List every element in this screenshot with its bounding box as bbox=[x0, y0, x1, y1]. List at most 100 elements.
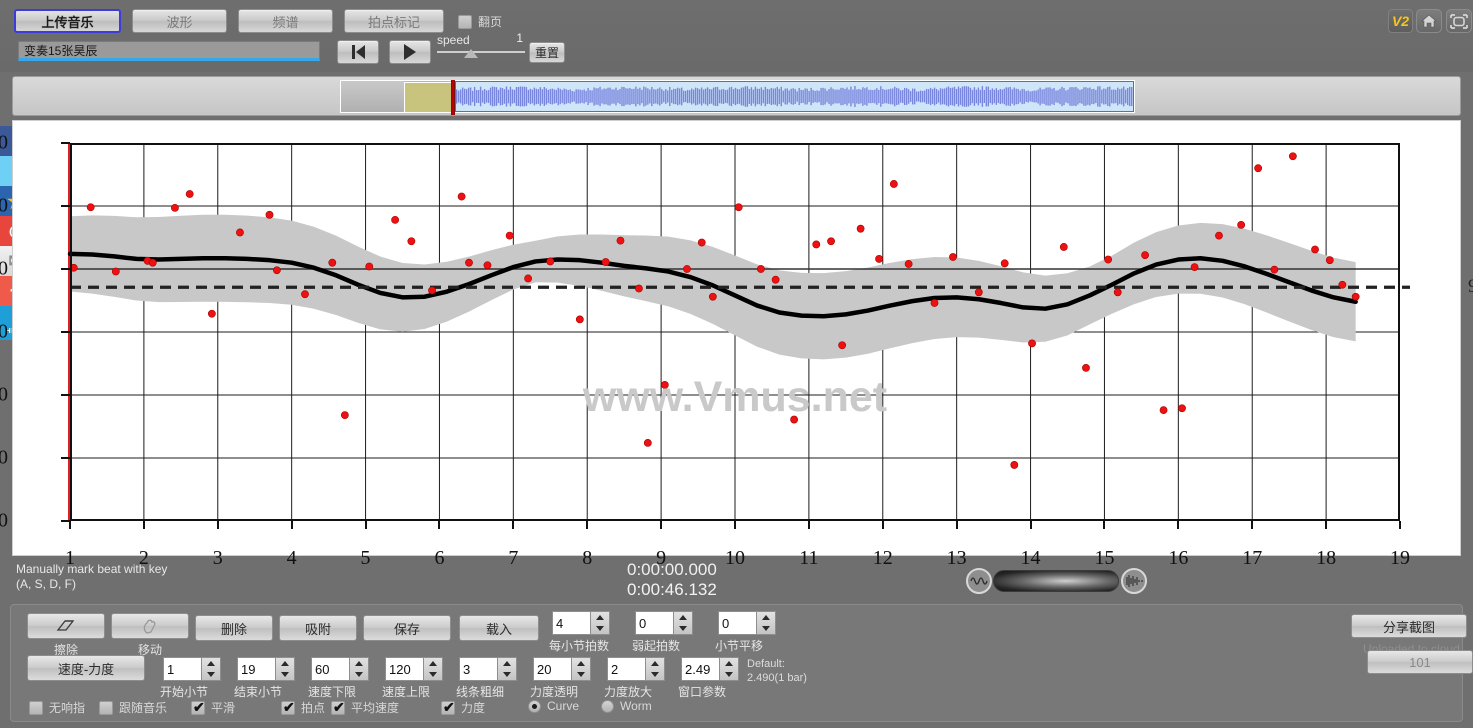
tempo-min-step-up-icon[interactable] bbox=[350, 658, 368, 669]
line-width-step-down-icon[interactable] bbox=[498, 669, 516, 680]
display-mode-curve[interactable]: Curve bbox=[528, 699, 579, 713]
option-dynamics[interactable]: 力度 bbox=[441, 699, 485, 716]
move-tool-button[interactable] bbox=[111, 613, 189, 639]
tempo-max-input[interactable] bbox=[385, 657, 423, 681]
dynamics-scale-input[interactable] bbox=[607, 657, 645, 681]
end-bar-stepper[interactable] bbox=[275, 657, 295, 681]
tempo-min-input[interactable] bbox=[311, 657, 349, 681]
load-button[interactable]: 载入 bbox=[459, 615, 539, 641]
bar-shift-input[interactable] bbox=[718, 611, 756, 635]
display-mode-worm[interactable]: Worm bbox=[601, 699, 652, 713]
save-button[interactable]: 保存 bbox=[363, 615, 451, 641]
bar-shift-step-down-icon[interactable] bbox=[757, 623, 775, 634]
volume-low-icon[interactable] bbox=[966, 568, 992, 594]
end-bar-step-up-icon[interactable] bbox=[276, 658, 294, 669]
window-param-input[interactable] bbox=[681, 657, 719, 681]
tempo-max-step-up-icon[interactable] bbox=[424, 658, 442, 669]
window-param-spinner[interactable] bbox=[681, 657, 739, 681]
beats-per-bar-step-up-icon[interactable] bbox=[591, 612, 609, 623]
tempo-max-stepper[interactable] bbox=[423, 657, 443, 681]
dynamics-alpha-spinner[interactable] bbox=[533, 657, 591, 681]
fullscreen-icon[interactable] bbox=[1446, 9, 1472, 33]
play-button[interactable] bbox=[389, 40, 431, 64]
option-no-snap-finger[interactable]: 无响指 bbox=[29, 699, 85, 716]
waveform-navigator[interactable] bbox=[12, 76, 1461, 116]
beats-per-bar-spinner[interactable] bbox=[552, 611, 610, 635]
home-icon[interactable] bbox=[1416, 9, 1442, 33]
window-param-step-up-icon[interactable] bbox=[720, 658, 738, 669]
tab-spectrum[interactable]: 频谱 bbox=[238, 9, 333, 33]
tempo-min-step-down-icon[interactable] bbox=[350, 669, 368, 680]
page-turn-checkbox[interactable] bbox=[458, 14, 472, 29]
speed-knob[interactable] bbox=[464, 49, 478, 58]
share-screenshot-button[interactable]: 分享截图 bbox=[1351, 614, 1467, 638]
tempo-min-spinner[interactable] bbox=[311, 657, 369, 681]
delete-button[interactable]: 删除 bbox=[195, 615, 273, 641]
start-bar-step-up-icon[interactable] bbox=[202, 658, 220, 669]
no-snap-finger-checkbox[interactable] bbox=[29, 700, 43, 715]
tab-waveform[interactable]: 波形 bbox=[132, 9, 227, 33]
dynamics-alpha-step-up-icon[interactable] bbox=[572, 658, 590, 669]
navigator-waveform[interactable] bbox=[455, 81, 1134, 112]
bar-shift-stepper[interactable] bbox=[756, 611, 776, 635]
dynamics-scale-step-up-icon[interactable] bbox=[646, 658, 664, 669]
start-bar-spinner[interactable] bbox=[163, 657, 221, 681]
song-title-field[interactable]: 变奏15张昊辰 bbox=[18, 41, 320, 61]
navigator-inner[interactable] bbox=[340, 80, 1135, 115]
pickup-beats-stepper[interactable] bbox=[673, 611, 693, 635]
option-average-tempo[interactable]: 平均速度 bbox=[331, 699, 399, 716]
volume-control[interactable] bbox=[966, 568, 1147, 594]
smooth-checkbox[interactable] bbox=[191, 699, 205, 715]
pickup-beats-step-up-icon[interactable] bbox=[674, 612, 692, 623]
dynamics-scale-step-down-icon[interactable] bbox=[646, 669, 664, 680]
start-bar-input[interactable] bbox=[163, 657, 201, 681]
curve-radio[interactable] bbox=[528, 699, 541, 713]
volume-slider[interactable] bbox=[993, 570, 1119, 592]
tempo-dynamics-button[interactable]: 速度-力度 bbox=[27, 655, 145, 681]
window-param-step-down-icon[interactable] bbox=[720, 669, 738, 680]
pickup-beats-input[interactable] bbox=[635, 611, 673, 635]
beats-per-bar-stepper[interactable] bbox=[590, 611, 610, 635]
dynamics-checkbox[interactable] bbox=[441, 699, 455, 715]
navigator-selection-region[interactable] bbox=[404, 82, 452, 113]
dynamics-alpha-stepper[interactable] bbox=[571, 657, 591, 681]
tempo-min-stepper[interactable] bbox=[349, 657, 369, 681]
end-bar-step-down-icon[interactable] bbox=[276, 669, 294, 680]
reset-button[interactable]: 重置 bbox=[529, 42, 565, 63]
start-bar-step-down-icon[interactable] bbox=[202, 669, 220, 680]
bar-shift-spinner[interactable] bbox=[718, 611, 776, 635]
tab-beat-marking[interactable]: 拍点标记 bbox=[344, 9, 444, 33]
tempo-max-spinner[interactable] bbox=[385, 657, 443, 681]
snap-button[interactable]: 吸附 bbox=[279, 615, 357, 641]
start-bar-stepper[interactable] bbox=[201, 657, 221, 681]
end-bar-spinner[interactable] bbox=[237, 657, 295, 681]
option-smooth[interactable]: 平滑 bbox=[191, 699, 235, 716]
rewind-to-start-button[interactable] bbox=[337, 40, 379, 64]
tempo-chart-panel[interactable]: www.Vmus.net 607080901001101201234567891… bbox=[0, 120, 1473, 569]
dynamics-alpha-step-down-icon[interactable] bbox=[572, 669, 590, 680]
beats-checkbox[interactable] bbox=[281, 699, 295, 715]
line-width-stepper[interactable] bbox=[497, 657, 517, 681]
pickup-beats-spinner[interactable] bbox=[635, 611, 693, 635]
tempo-max-step-down-icon[interactable] bbox=[424, 669, 442, 680]
window-param-stepper[interactable] bbox=[719, 657, 739, 681]
end-bar-input[interactable] bbox=[237, 657, 275, 681]
pickup-beats-step-down-icon[interactable] bbox=[674, 623, 692, 634]
speed-track[interactable] bbox=[437, 51, 525, 53]
beats-per-bar-input[interactable] bbox=[552, 611, 590, 635]
dynamics-scale-stepper[interactable] bbox=[645, 657, 665, 681]
volume-high-icon[interactable] bbox=[1121, 568, 1147, 594]
navigator-playhead[interactable] bbox=[451, 80, 455, 115]
line-width-step-up-icon[interactable] bbox=[498, 658, 516, 669]
dynamics-alpha-input[interactable] bbox=[533, 657, 571, 681]
worm-radio[interactable] bbox=[601, 699, 614, 713]
line-width-spinner[interactable] bbox=[459, 657, 517, 681]
beats-per-bar-step-down-icon[interactable] bbox=[591, 623, 609, 634]
erase-tool-button[interactable] bbox=[27, 613, 105, 639]
line-width-input[interactable] bbox=[459, 657, 497, 681]
version-badge[interactable]: V2 bbox=[1388, 9, 1413, 33]
upload-id-button[interactable]: 101 bbox=[1367, 650, 1473, 674]
dynamics-scale-spinner[interactable] bbox=[607, 657, 665, 681]
follow-music-checkbox[interactable] bbox=[99, 700, 113, 715]
bar-shift-step-up-icon[interactable] bbox=[757, 612, 775, 623]
